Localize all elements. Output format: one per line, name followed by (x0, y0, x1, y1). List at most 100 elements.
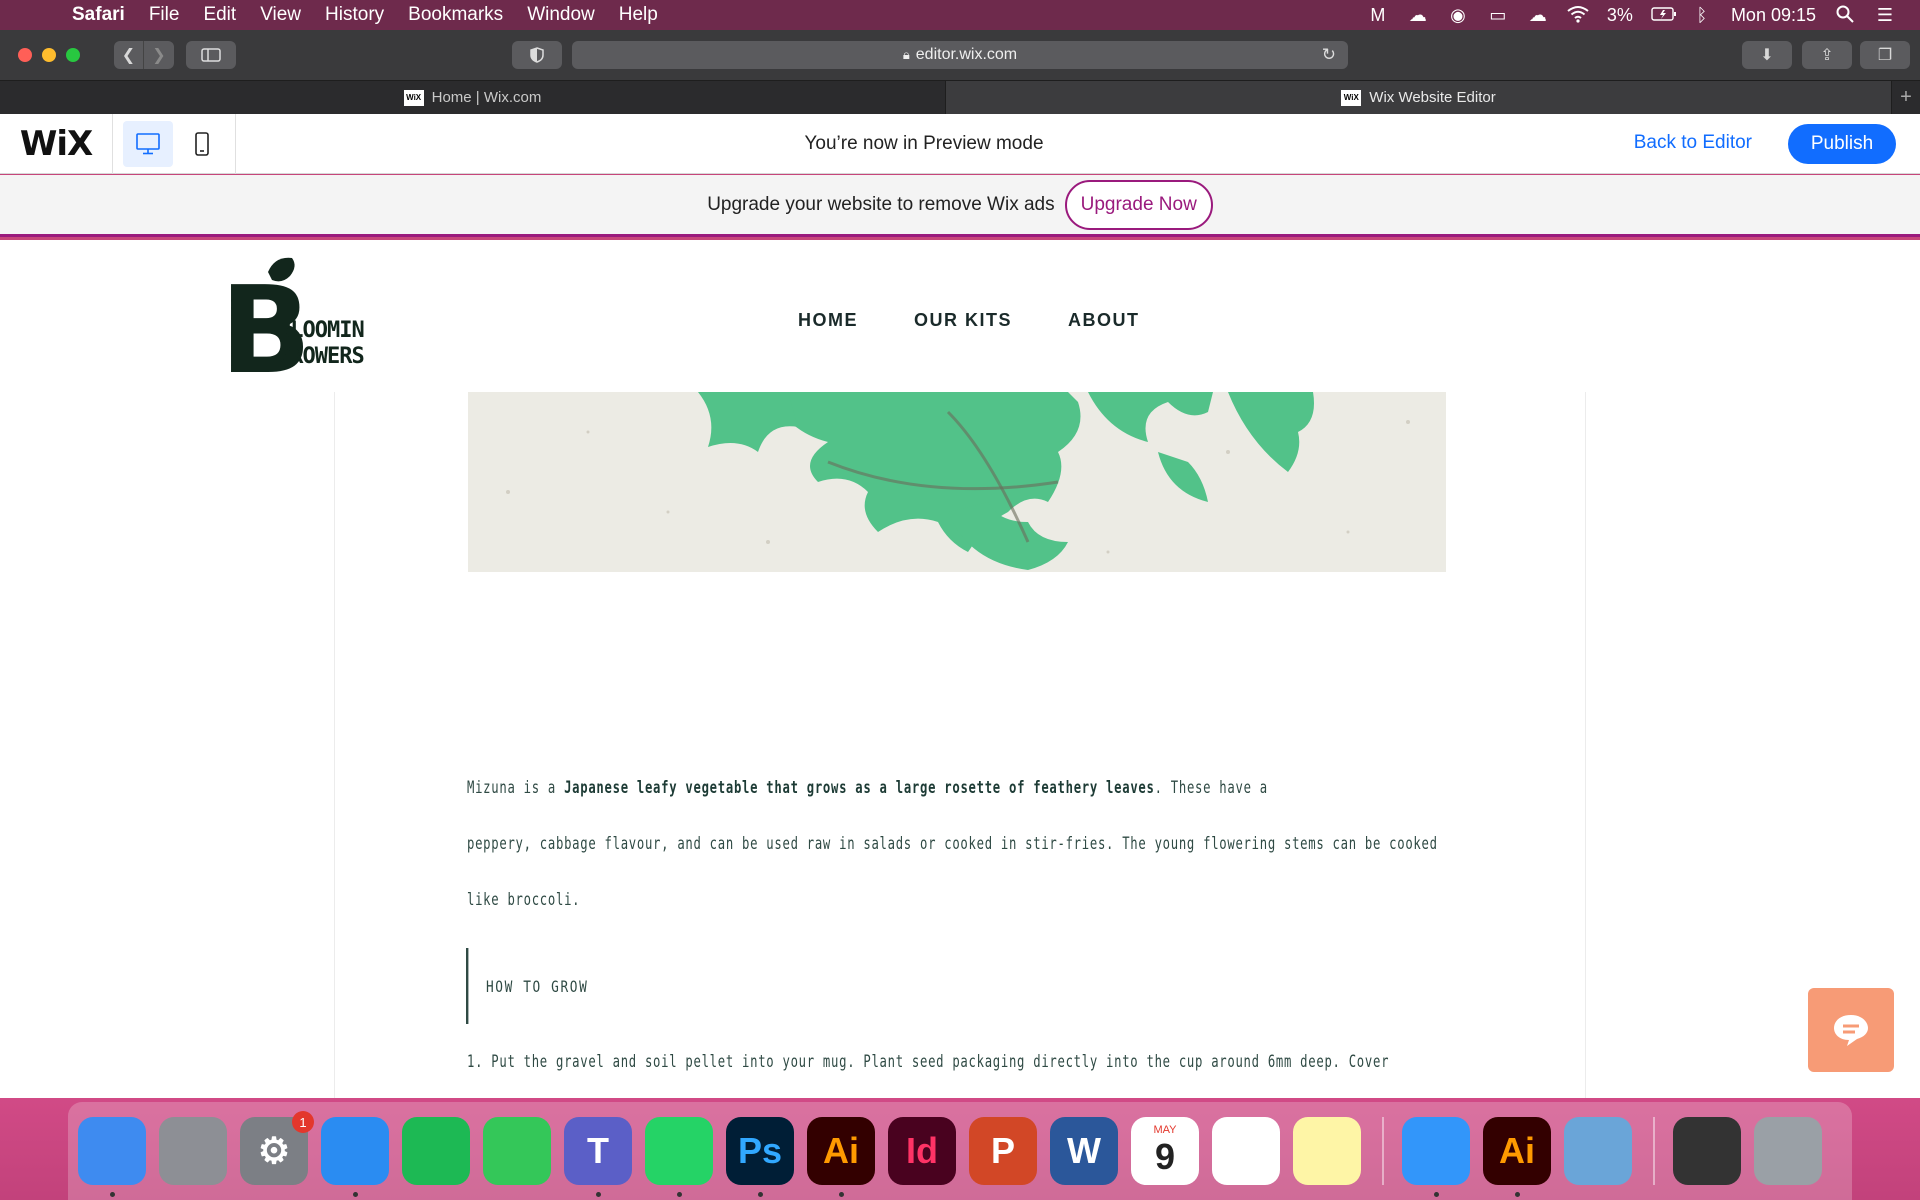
upgrade-banner: Upgrade your website to remove Wix ads U… (0, 175, 1920, 237)
menu-file[interactable]: File (149, 4, 180, 26)
nav-our-kits[interactable]: OUR KITS (914, 310, 1012, 331)
dock-glyph: W (1067, 1130, 1101, 1171)
running-indicator (839, 1192, 844, 1197)
app-menu: Safari File Edit View History Bookmarks … (72, 4, 658, 26)
dock-notes-icon[interactable] (1293, 1117, 1361, 1185)
upgrade-message: Upgrade your website to remove Wix ads (707, 193, 1055, 215)
site-header: B BLOOMIN GROWERS HOME OUR KITS ABOUT (0, 240, 1920, 401)
running-indicator (110, 1192, 115, 1197)
dock-dingtalk-icon[interactable] (1402, 1117, 1470, 1197)
dock-reminders-icon[interactable] (1212, 1117, 1280, 1185)
battery-icon[interactable] (1651, 5, 1676, 25)
dock-whatsapp-icon[interactable] (645, 1117, 713, 1197)
dock-safari-icon[interactable] (321, 1117, 389, 1197)
dock-separator (1382, 1117, 1384, 1185)
zoom-window-button[interactable] (66, 48, 80, 62)
text-span: . These have a (1154, 778, 1268, 798)
mizuna-description: Mizuna is a Japanese leafy vegetable tha… (467, 760, 1449, 928)
dock-word-icon[interactable]: W (1050, 1117, 1118, 1185)
running-indicator (1434, 1192, 1439, 1197)
menu-bookmarks[interactable]: Bookmarks (408, 4, 503, 26)
window-controls (18, 48, 80, 62)
preview-mode-message: You’re now in Preview mode (804, 132, 1044, 154)
dock-facetime-icon[interactable] (483, 1117, 551, 1185)
tab-home-wix[interactable]: WiX Home | Wix.com (0, 81, 946, 114)
dock-glyph: Ps (737, 1130, 783, 1171)
dock-teams-icon[interactable]: T (564, 1117, 632, 1197)
menu-app-name[interactable]: Safari (72, 4, 125, 26)
tab-wix-editor[interactable]: WiX Wix Website Editor (946, 81, 1892, 114)
nav-about[interactable]: ABOUT (1068, 310, 1140, 331)
desktop-view-icon[interactable] (123, 120, 173, 167)
dock-illustrator-icon[interactable]: Ai (807, 1117, 875, 1197)
close-window-button[interactable] (18, 48, 32, 62)
dock-calendar-icon[interactable]: MAY 9 (1131, 1117, 1199, 1185)
menu-edit[interactable]: Edit (203, 4, 236, 26)
running-indicator (1515, 1192, 1520, 1197)
text-span: Mizuna is a (467, 778, 565, 798)
control-center-icon[interactable]: ☰ (1874, 5, 1896, 25)
back-button[interactable]: ❮ (114, 41, 144, 69)
icloud-icon[interactable]: ☁ (1527, 5, 1549, 25)
mobile-view-icon[interactable] (177, 121, 227, 167)
chat-button[interactable] (1808, 988, 1894, 1072)
safari-toolbar: ❮ ❯ 🔒︎ editor.wix.com ↻ ⬇ ⇪ ❐ (0, 30, 1920, 80)
logo-line-growers: GROWERS (278, 344, 365, 369)
dock-mission-control-icon[interactable] (1673, 1117, 1741, 1185)
bloomin-growers-logo[interactable]: B BLOOMIN GROWERS (220, 252, 380, 401)
gmail-icon[interactable]: M (1367, 5, 1389, 25)
running-indicator (596, 1192, 601, 1197)
dock-trash-icon[interactable] (1754, 1117, 1822, 1185)
creative-cloud-icon[interactable]: ☁ (1407, 5, 1429, 25)
dock-glyph: P (990, 1130, 1015, 1171)
tab-overview-icon[interactable]: ❐ (1860, 41, 1910, 69)
chat-bubble-icon (1834, 1015, 1868, 1046)
tab-label: Home | Wix.com (431, 89, 542, 106)
nav-home[interactable]: HOME (798, 310, 858, 331)
dock-preview-icon[interactable] (1564, 1117, 1632, 1185)
menu-window[interactable]: Window (527, 4, 595, 26)
publish-button[interactable]: Publish (1788, 124, 1896, 164)
airplay-icon[interactable]: ▭ (1487, 5, 1509, 25)
running-indicator (353, 1192, 358, 1197)
dock-glyph: T (587, 1130, 609, 1171)
logo-line-bloomin: BLOOMIN (278, 318, 365, 343)
menu-view[interactable]: View (260, 4, 301, 26)
dock-system-preferences-icon[interactable]: ⚙ 1 (240, 1111, 314, 1185)
forward-button[interactable]: ❯ (144, 41, 174, 69)
downloads-icon[interactable]: ⬇ (1742, 41, 1792, 69)
dock-finder-icon[interactable] (78, 1117, 146, 1197)
clock[interactable]: Mon 09:15 (1731, 5, 1816, 26)
address-bar[interactable]: 🔒︎ editor.wix.com ↻ (572, 41, 1348, 69)
wifi-icon[interactable] (1567, 5, 1589, 25)
text-span-bold: Japanese leafy vegetable that grows as a… (564, 778, 1155, 798)
dock-powerpoint-icon[interactable]: P (969, 1117, 1037, 1185)
privacy-shield-icon[interactable] (512, 41, 562, 69)
menu-help[interactable]: Help (619, 4, 658, 26)
upgrade-now-button[interactable]: Upgrade Now (1064, 179, 1213, 230)
paragraph-line: Mizuna is a Japanese leafy vegetable tha… (467, 760, 1449, 816)
lock-icon: 🔒︎ (902, 47, 910, 62)
sidebar-toggle-icon[interactable] (186, 41, 236, 69)
dock-photoshop-icon[interactable]: Ps (726, 1117, 794, 1197)
menu-history[interactable]: History (325, 4, 384, 26)
paragraph-line: like broccoli. (467, 890, 581, 910)
new-tab-plus-icon[interactable]: + (1892, 81, 1920, 114)
back-to-editor-link[interactable]: Back to Editor (1634, 132, 1752, 154)
status-area: M ☁ ◉ ▭ ☁ 3% ᛒ Mon 09:15 ☰ (1367, 5, 1920, 26)
spotlight-search-icon[interactable] (1834, 5, 1856, 25)
share-icon[interactable]: ⇪ (1802, 41, 1852, 69)
reload-icon[interactable]: ↻ (1322, 45, 1336, 65)
vpn-icon[interactable]: ◉ (1447, 5, 1469, 25)
url-text: editor.wix.com (915, 46, 1018, 63)
dock-illustrator-2-icon[interactable]: Ai (1483, 1117, 1551, 1197)
minimize-window-button[interactable] (42, 48, 56, 62)
bluetooth-icon[interactable]: ᛒ (1691, 5, 1713, 25)
dock-indesign-icon[interactable]: Id (888, 1117, 956, 1185)
dock-spotify-icon[interactable] (402, 1117, 470, 1185)
dock-glyph: ⚙ (257, 1130, 291, 1171)
dock-launchpad-icon[interactable] (159, 1117, 227, 1185)
wix-logo: WiX (19, 123, 93, 164)
step-one-text: 1. Put the gravel and soil pellet into y… (467, 1052, 1390, 1072)
tab-bar: WiX Home | Wix.com WiX Wix Website Edito… (0, 80, 1920, 114)
